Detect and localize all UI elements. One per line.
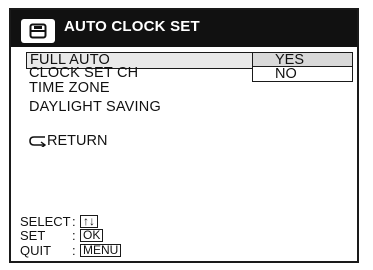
guide-colon: : bbox=[72, 228, 76, 243]
menu-item-label: TIME ZONE bbox=[29, 80, 110, 96]
menu-item-daylight-saving[interactable]: DAYLIGHT SAVING bbox=[29, 100, 161, 115]
menu-item-label: CLOCK SET CH bbox=[29, 65, 139, 81]
menu-key: MENU bbox=[80, 244, 122, 257]
return-arrow-icon bbox=[29, 136, 46, 147]
return-label: RETURN bbox=[47, 133, 108, 149]
guide-colon: : bbox=[72, 243, 76, 258]
title-bar: AUTO CLOCK SET bbox=[11, 10, 357, 47]
return-item[interactable]: RETURN bbox=[29, 133, 107, 149]
menu-item-clock-set-ch[interactable]: CLOCK SET CH bbox=[29, 66, 138, 81]
guide-set-label: SET bbox=[20, 228, 46, 243]
osd-menu-frame: AUTO CLOCK SET FULL AUTO CLOCK SET CH TI… bbox=[9, 8, 359, 263]
up-down-key: ↑↓ bbox=[80, 215, 98, 228]
menu-item-label: DAYLIGHT SAVING bbox=[29, 99, 161, 115]
guide-set: SET : OK bbox=[20, 228, 104, 243]
menu-item-time-zone[interactable]: TIME ZONE bbox=[29, 81, 110, 96]
option-list: YES NO bbox=[252, 52, 353, 82]
guide-quit: QUIT : MENU bbox=[20, 243, 122, 258]
option-no[interactable]: NO bbox=[253, 67, 352, 82]
guide-select: SELECT : ↑↓ bbox=[20, 215, 98, 228]
guide-select-label: SELECT bbox=[20, 214, 71, 229]
ok-key: OK bbox=[80, 229, 104, 242]
guide-colon: : bbox=[72, 214, 76, 229]
option-yes[interactable]: YES bbox=[253, 53, 352, 67]
guide-quit-label: QUIT bbox=[20, 243, 52, 258]
page-title: AUTO CLOCK SET bbox=[64, 18, 200, 35]
cassette-icon bbox=[21, 19, 55, 43]
